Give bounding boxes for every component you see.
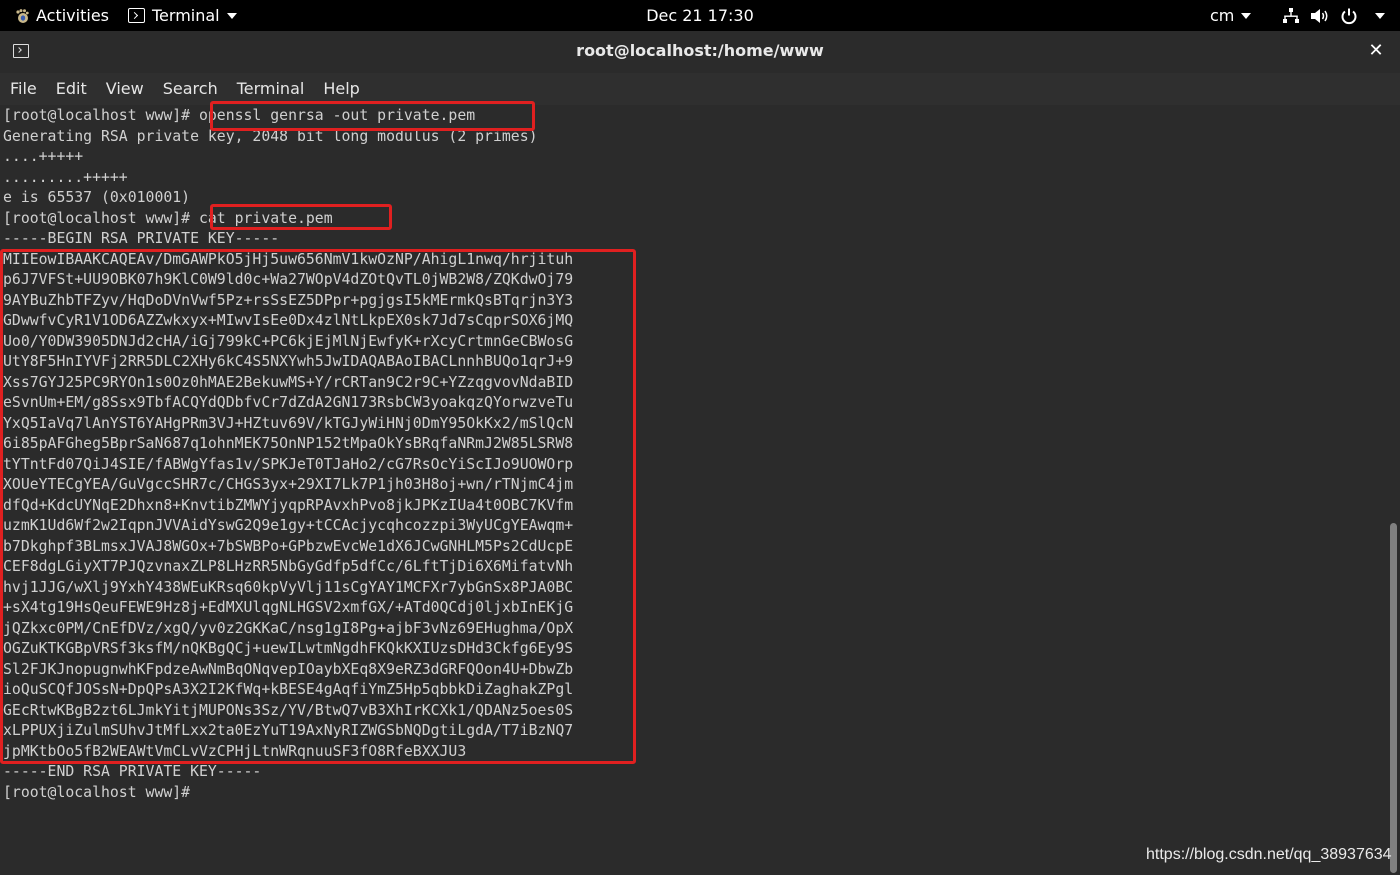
terminal-icon	[128, 8, 145, 23]
app-menu-terminal[interactable]: Terminal	[128, 0, 237, 31]
network-icon	[1283, 7, 1299, 23]
window-titlebar[interactable]: root@localhost:/home/www ✕	[0, 31, 1400, 73]
system-menu[interactable]	[1282, 0, 1385, 31]
chevron-down-icon	[226, 12, 237, 19]
scrollbar[interactable]	[1388, 105, 1400, 875]
terminal-line: UtY8F5HnIYVFj2RR5DLC2XHy6kC4S5NXYwh5JwID…	[3, 353, 574, 370]
terminal-line: e is 65537 (0x010001)	[3, 189, 191, 206]
terminal-line: OGZuKTKGBpVRSf3ksfM/nQKBgQCj+uewILwtmNgd…	[3, 640, 574, 657]
terminal-line: jQZkxc0PM/CnEfDVz/xgQ/yv0z2GKKaC/nsg1gI8…	[3, 619, 574, 637]
terminal-line: eSvnUm+EM/g8Ssx9TbfACQYdQDbfvCr7dZdA2GN1…	[3, 394, 574, 411]
terminal-line: ....+++++	[3, 148, 84, 165]
terminal-line: b7Dkghpf3BLmsxJVAJ8WGOx+7bSWBPo+GPbzwEvc…	[3, 537, 574, 555]
chevron-down-icon	[1375, 12, 1385, 19]
terminal-line: -----BEGIN RSA PRIVATE KEY-----	[3, 230, 280, 247]
clock[interactable]: Dec 21 17:30	[646, 0, 754, 31]
terminal-line: CEF8dgLGiyXT7PJQzvnaxZLP8LHzRR5NbGyGdfp5…	[3, 558, 574, 575]
terminal-line: [root@localhost www]#	[3, 783, 191, 801]
activities-button[interactable]: Activities	[14, 0, 109, 31]
gnome-foot-icon	[16, 8, 29, 23]
menu-bar: File Edit View Search Terminal Help	[0, 73, 1400, 105]
watermark: https://blog.csdn.net/qq_38937634	[1146, 846, 1392, 863]
terminal-line: GEcRtwKBgB2zt6LJmkYitjMUPONs3Sz/YV/BtwQ7…	[3, 701, 574, 719]
terminal-line: Sl2FJKJnopugnwhKFpdzeAwNmBqONqvepIOaybXE…	[3, 660, 574, 678]
terminal-text: [root@localhost www]# openssl genrsa -ou…	[3, 106, 573, 803]
activities-label: Activities	[36, 6, 109, 25]
terminal-line: .........+++++	[3, 168, 128, 186]
terminal-line: MIIEowIBAAKCAQEAv/DmGAWPkO5jHj5uw656NmV1…	[3, 250, 574, 268]
terminal-line: ioQuSCQfJOSsN+DpQPsA3X2I2KfWq+kBESE4gAqf…	[3, 681, 574, 698]
terminal-line: [root@localhost www]# openssl genrsa -ou…	[3, 107, 476, 124]
power-icon	[1341, 8, 1357, 24]
top-bar: Activities Terminal Dec 21 17:30 cm	[0, 0, 1400, 31]
menu-help[interactable]: Help	[313, 73, 368, 105]
terminal-line: hvj1JJG/wXlj9YxhY438WEuKRsq60kpVyVlj11sC…	[3, 578, 574, 596]
terminal-line: 9AYBuZhbTFZyv/HqDoDVnVwf5Pz+rsSsEZ5DPpr+…	[3, 291, 574, 309]
terminal-line: p6J7VFSt+UU9OBK07h9KlC0W9ld0c+Wa27WOpV4d…	[3, 271, 574, 288]
terminal-line: 6i85pAFGheg5BprSaN687q1ohnMEK75OnNP152tM…	[3, 435, 574, 452]
menu-view[interactable]: View	[96, 73, 153, 105]
terminal-line: tYTntFd07QiJ4SIE/fABWgYfas1v/SPKJeT0TJaH…	[3, 455, 574, 473]
chevron-down-icon	[1241, 12, 1252, 19]
window-title: root@localhost:/home/www	[576, 41, 824, 60]
close-button[interactable]: ✕	[1365, 40, 1387, 62]
terminal-line: [root@localhost www]# cat private.pem	[3, 209, 333, 227]
terminal-line: Uo0/Y0DW3905DNJd2cHA/iGj799kC+PC6kjEjMlN…	[3, 332, 574, 350]
terminal-output[interactable]: [root@localhost www]# openssl genrsa -ou…	[0, 105, 1388, 875]
menu-edit[interactable]: Edit	[46, 73, 96, 105]
menu-file[interactable]: File	[0, 73, 46, 105]
terminal-line: Generating RSA private key, 2048 bit lon…	[3, 127, 538, 145]
terminal-line: uzmK1Ud6Wf2w2IqpnJVVAidYswG2Q9e1gy+tCCAc…	[3, 517, 574, 534]
scrollbar-thumb[interactable]	[1390, 523, 1397, 873]
terminal-line: -----END RSA PRIVATE KEY-----	[3, 763, 262, 780]
terminal-line: YxQ5IaVq7lAnYST6YAHgPRm3VJ+HZtuv69V/kTGJ…	[3, 414, 574, 432]
user-menu[interactable]: cm	[1210, 0, 1252, 31]
app-menu-label: Terminal	[152, 6, 220, 25]
terminal-line: GDwwfvCyR1V1OD6AZZwkxyx+MIwvIsEe0Dx4zlNt…	[3, 312, 574, 329]
terminal-line: jpMKtbOo5fB2WEAWtVmCLvVzCPHjLtnWRqnuuSF3…	[3, 742, 467, 760]
terminal-line: Xss7GYJ25PC9RYOn1s0Oz0hMAE2BekuwMS+Y/rCR…	[3, 373, 574, 391]
menu-search[interactable]: Search	[153, 73, 227, 105]
terminal-line: XOUeYTECgYEA/GuVgccSHR7c/CHGS3yx+29XI7Lk…	[3, 476, 574, 493]
terminal-line: +sX4tg19HsQeuFEWE9Hz8j+EdMXUlqgNLHGSV2xm…	[3, 599, 574, 616]
menu-terminal[interactable]: Terminal	[227, 73, 314, 105]
terminal-line: dfQd+KdcUYNqE2Dhxn8+KnvtibZMWYjyqpRPAvxh…	[3, 496, 574, 514]
volume-icon	[1311, 8, 1328, 23]
user-label: cm	[1210, 6, 1235, 25]
terminal-line: xLPPUXjiZulmSUhvJtMfLxx2ta0EzYuT19AxNyRI…	[3, 722, 574, 739]
